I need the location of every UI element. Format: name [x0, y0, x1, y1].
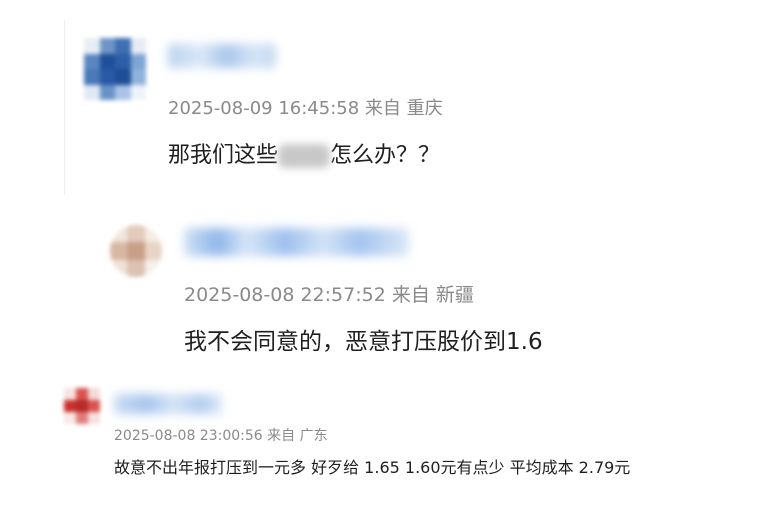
location: 来自 重庆	[364, 98, 443, 119]
redacted-word	[278, 144, 331, 168]
avatar[interactable]	[64, 388, 100, 424]
username[interactable]	[168, 44, 276, 68]
timestamp: 2025-08-08 22:57:52	[184, 284, 386, 306]
comment-text-part-1: 那我们这些	[168, 143, 279, 168]
comment-1: 2025-08-09 16:45:58 来自 重庆 那我们这些 怎么办？？	[0, 0, 757, 200]
comment-3: 2025-08-08 23:00:56 来自 广东 故意不出年报打压到一元多 好…	[0, 370, 757, 507]
comment-2: 2025-08-08 22:57:52 来自 新疆 我不会同意的，恶意打压股价到…	[0, 200, 757, 360]
username[interactable]	[184, 228, 409, 256]
comment-meta: 2025-08-08 22:57:52 来自 新疆	[184, 280, 474, 307]
avatar[interactable]	[110, 225, 162, 277]
comment-text: 那我们这些 怎么办？？	[168, 137, 440, 169]
comment-text-part-2: 怎么办？？	[330, 143, 441, 168]
timestamp: 2025-08-08 23:00:56	[114, 428, 263, 444]
comment-text: 我不会同意的，恶意打压股价到1.6	[184, 329, 543, 355]
location: 来自 新疆	[391, 284, 474, 306]
comment-meta: 2025-08-08 23:00:56 来自 广东	[114, 425, 328, 445]
comment-1-left-border	[64, 20, 65, 195]
location: 来自 广东	[267, 428, 328, 444]
comment-text: 故意不出年报打压到一元多 好歹给 1.65 1.60元有点少 平均成本 2.79…	[114, 458, 631, 477]
comment-meta: 2025-08-09 16:45:58 来自 重庆	[168, 94, 443, 120]
timestamp: 2025-08-09 16:45:58	[168, 98, 360, 119]
username[interactable]	[114, 394, 222, 414]
avatar[interactable]	[84, 38, 146, 100]
